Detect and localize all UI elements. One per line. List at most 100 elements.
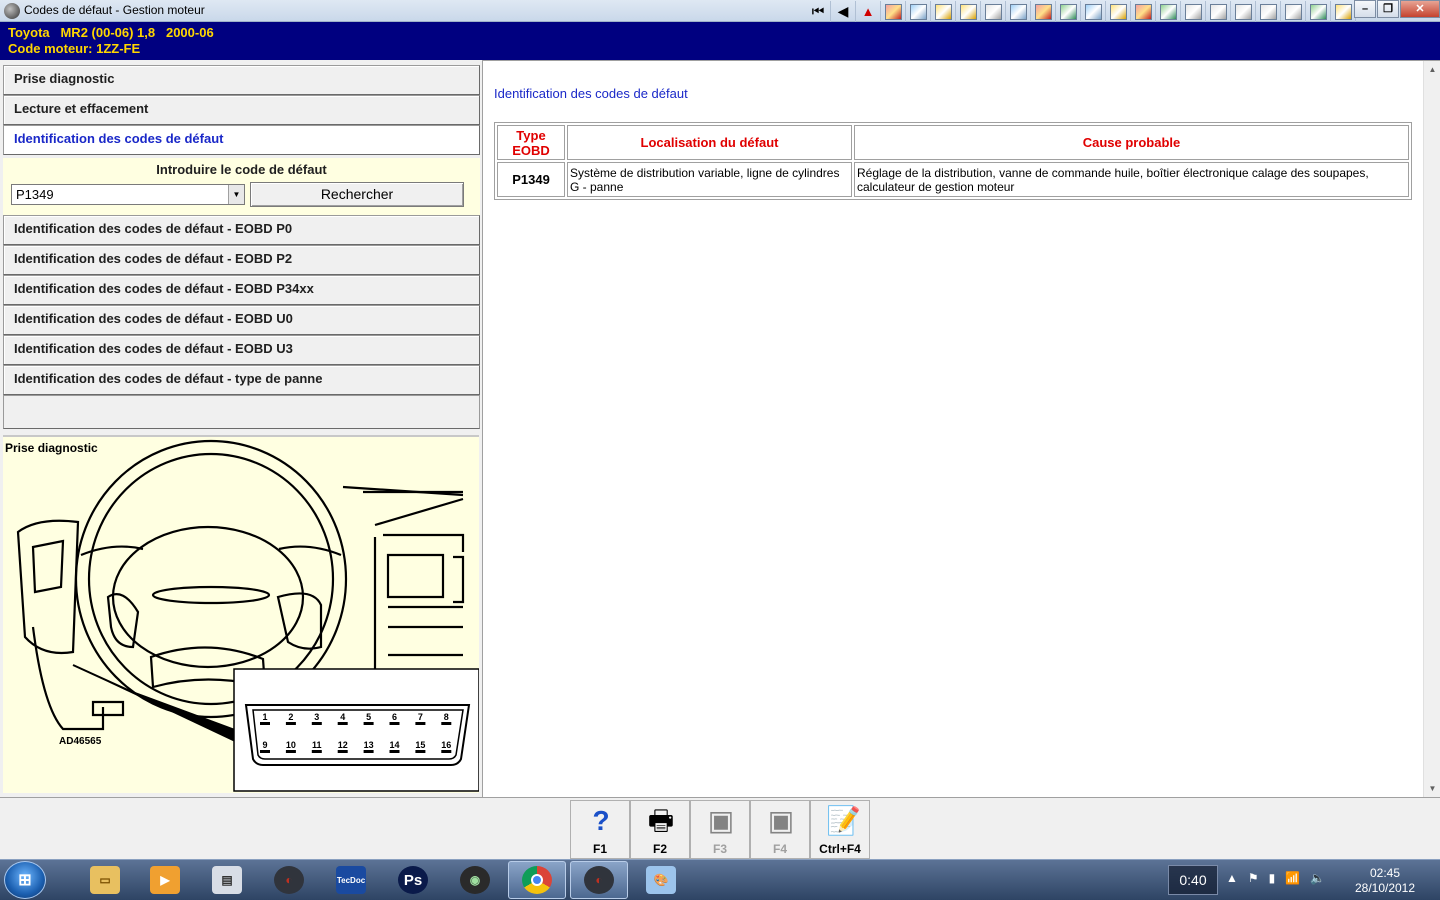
taskbar-autodata[interactable]: ◐ — [260, 861, 318, 899]
pin-2: 2 — [288, 712, 293, 722]
itunes-icon: ◉ — [460, 866, 490, 894]
pin-contact-8 — [441, 722, 452, 725]
ctrl-f4-notes-button[interactable]: 📝 Ctrl+F4 — [810, 800, 870, 859]
pin-contact-12 — [337, 750, 348, 753]
pin-contact-11 — [311, 750, 322, 753]
code-search-panel: Introduire le code de défaut P1349 ▼ Rec… — [3, 158, 480, 216]
fault-code-select[interactable]: P1349 ▼ — [11, 184, 245, 205]
component-icon[interactable] — [881, 1, 906, 22]
action-center-icon[interactable]: ⚑ — [1248, 871, 1259, 885]
scroll-down-icon[interactable]: ▼ — [1424, 780, 1440, 797]
nav-item-eobd-u3[interactable]: Identification des codes de défaut - EOB… — [3, 335, 480, 365]
taskbar-document[interactable]: ▤ — [198, 861, 256, 899]
nav-item-eobd-p34xx[interactable]: Identification des codes de défaut - EOB… — [3, 275, 480, 305]
title-bar: Codes de défaut - Gestion moteur ⏮ ◀ ▲ –… — [0, 0, 1440, 22]
window-title: Codes de défaut - Gestion moteur — [24, 3, 205, 17]
battery-icon[interactable] — [1156, 1, 1181, 22]
f2-print-button[interactable]: 🖶 F2 — [630, 800, 690, 859]
warning-icon[interactable]: ▲ — [856, 1, 881, 22]
prev-icon[interactable]: ◀ — [831, 1, 856, 22]
help-icon: ? — [592, 805, 610, 836]
system-clock[interactable]: 02:45 28/10/2012 — [1350, 866, 1420, 896]
show-hidden-icon[interactable]: ▲ — [1226, 871, 1238, 885]
pin-contact-2 — [285, 722, 296, 725]
gear-icon[interactable] — [931, 1, 956, 22]
pin-contact-7 — [415, 722, 426, 725]
network-icon[interactable]: 📶 — [1285, 871, 1300, 885]
tyre-icon[interactable] — [1181, 1, 1206, 22]
brake-icon[interactable] — [1031, 1, 1056, 22]
chrome-icon — [522, 866, 552, 894]
pin-contact-15 — [415, 750, 426, 753]
pin-contact-13 — [363, 750, 374, 753]
images-icon: ▣ — [767, 805, 795, 836]
nav-item-eobd-p0[interactable]: Identification des codes de défaut - EOB… — [3, 215, 480, 245]
tools-icon[interactable] — [956, 1, 981, 22]
taskbar-media-player[interactable]: ▶ — [136, 861, 194, 899]
taskbar-photoshop[interactable]: Ps — [384, 861, 442, 899]
start-button[interactable]: ⊞ — [4, 861, 46, 899]
spark-icon[interactable] — [1106, 1, 1131, 22]
app-icon[interactable] — [4, 3, 20, 19]
nav-item-type-de-panne[interactable]: Identification des codes de défaut - typ… — [3, 365, 480, 395]
taskbar-paint[interactable]: 🎨 — [632, 861, 690, 899]
taskbar-chrome[interactable] — [508, 861, 566, 899]
search-button[interactable]: Rechercher — [250, 182, 464, 207]
nav-item-lecture-effacement[interactable]: Lecture et effacement — [3, 95, 480, 125]
photoshop-icon: Ps — [398, 866, 428, 894]
header-type-eobd: Type EOBD — [497, 125, 565, 160]
nav-item-eobd-p2[interactable]: Identification des codes de défaut - EOB… — [3, 245, 480, 275]
close-button[interactable]: ✕ — [1400, 0, 1440, 18]
pin-15: 15 — [415, 740, 425, 750]
taskbar-tecdoc[interactable]: TecDoc — [322, 861, 380, 899]
diagnostic-diagram: 12345678 9 10 11 12 13 14 15 16 Prise diagnosti… — [3, 435, 479, 793]
pin-contact-1 — [260, 722, 270, 725]
taskbar-explorer[interactable]: ▭ — [76, 861, 134, 899]
nav-item-eobd-u0[interactable]: Identification des codes de défaut - EOB… — [3, 305, 480, 335]
autodata-icon: ◐ — [274, 866, 304, 894]
header-localisation: Localisation du défaut — [567, 125, 852, 160]
door-icon[interactable] — [1056, 1, 1081, 22]
service-icon[interactable] — [1081, 1, 1106, 22]
lift-icon[interactable] — [1006, 1, 1031, 22]
dial-icon[interactable] — [981, 1, 1006, 22]
nav-item-identification[interactable]: Identification des codes de défaut — [3, 125, 480, 155]
f3-button[interactable]: ▣ F3 — [690, 800, 750, 859]
pin-10: 10 — [286, 740, 296, 750]
volume-icon[interactable]: 🔈 — [1310, 871, 1325, 885]
triangle-icon[interactable] — [1281, 1, 1306, 22]
device-icon[interactable]: ▮ — [1269, 871, 1276, 885]
pin-contact-16 — [441, 750, 452, 753]
diagram-title: Prise diagnostic — [5, 441, 98, 455]
restore-button[interactable]: ❐ — [1377, 0, 1399, 18]
pin-3: 3 — [314, 712, 319, 722]
first-icon[interactable]: ⏮ — [806, 1, 831, 22]
pin-contact-5 — [363, 722, 374, 725]
vertical-scrollbar[interactable]: ▲ ▼ — [1423, 61, 1440, 797]
pin-12: 12 — [338, 740, 348, 750]
taskbar-itunes[interactable]: ◉ — [446, 861, 504, 899]
search-label: Introduire le code de défaut — [156, 162, 327, 177]
media-player-icon: ▶ — [150, 866, 180, 894]
timing-icon[interactable] — [1231, 1, 1256, 22]
taskbar-autodata-active[interactable]: ◐ — [570, 861, 628, 899]
pin-contact-14 — [389, 750, 400, 753]
light-icon[interactable] — [1256, 1, 1281, 22]
car-icon[interactable] — [906, 1, 931, 22]
header-cause: Cause probable — [854, 125, 1409, 160]
system-tray: ▲ ⚑ ▮ 📶 🔈 — [1226, 871, 1325, 885]
bug-icon[interactable] — [1131, 1, 1156, 22]
paint-icon: 🎨 — [646, 866, 676, 894]
f1-help-button[interactable]: ? F1 — [570, 800, 630, 859]
scroll-up-icon[interactable]: ▲ — [1424, 61, 1440, 78]
belt-icon[interactable] — [1206, 1, 1231, 22]
car-repair-icon[interactable] — [1306, 1, 1331, 22]
nav-item-prise-diagnostic[interactable]: Prise diagnostic — [3, 65, 480, 95]
document-app-icon: ▤ — [212, 866, 242, 894]
pin-5: 5 — [366, 712, 371, 722]
minimize-button[interactable]: – — [1354, 0, 1376, 18]
chevron-down-icon[interactable]: ▼ — [228, 185, 244, 204]
window-controls: – ❐ ✕ — [1353, 0, 1440, 18]
timer-display[interactable]: 0:40 — [1168, 865, 1218, 895]
f4-button[interactable]: ▣ F4 — [750, 800, 810, 859]
